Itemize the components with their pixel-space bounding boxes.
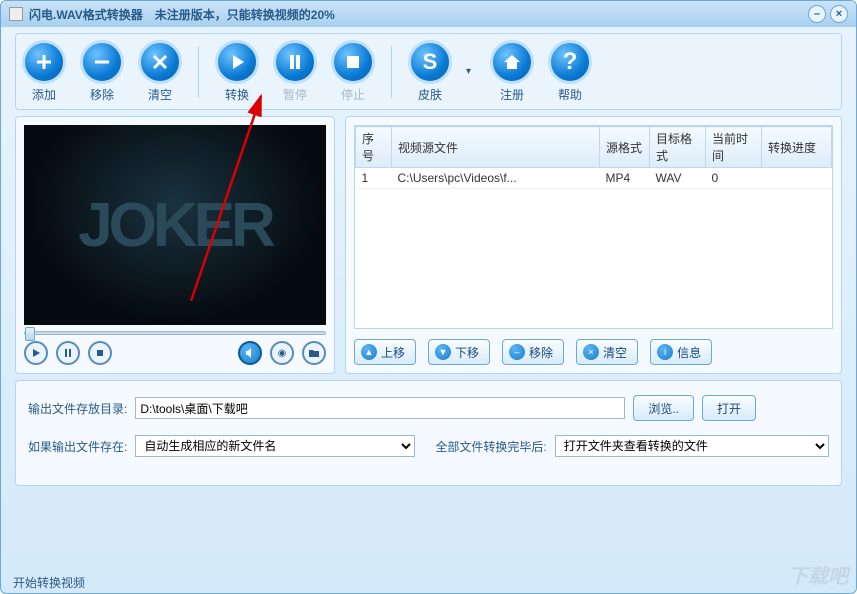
player-stop-button[interactable] [88, 341, 112, 365]
register-button[interactable]: 注册 [490, 40, 534, 103]
home-icon [502, 52, 522, 72]
remove-button[interactable]: 移除 [80, 40, 124, 103]
list-clear-button[interactable]: ×清空 [576, 339, 638, 365]
list-remove-button[interactable]: –移除 [502, 339, 564, 365]
plus-icon [34, 52, 54, 72]
browse-button[interactable]: 浏览.. [633, 395, 694, 421]
x-icon [150, 52, 170, 72]
exists-label: 如果输出文件存在: [28, 438, 127, 455]
skin-dropdown[interactable]: ▾ [466, 50, 476, 94]
stop-button[interactable]: 停止 [331, 40, 375, 103]
minus-icon [92, 52, 112, 72]
volume-button[interactable] [238, 341, 262, 365]
down-icon: ▼ [435, 344, 451, 360]
add-button[interactable]: 添加 [22, 40, 66, 103]
clear-button[interactable]: 清空 [138, 40, 182, 103]
output-dir-field[interactable] [135, 397, 625, 419]
col-time[interactable]: 当前时间 [706, 127, 762, 168]
file-table: 序号 视频源文件 源格式 目标格式 当前时间 转换进度 1 C:\Users\p… [355, 126, 832, 189]
help-button[interactable]: ? 帮助 [548, 40, 592, 103]
watermark: 下载吧 [788, 560, 848, 589]
s-icon: S [423, 49, 438, 75]
info-button[interactable]: i信息 [650, 339, 712, 365]
video-preview: JOKER [24, 125, 326, 325]
question-icon: ? [563, 48, 578, 76]
play-icon [227, 52, 247, 72]
minimize-button[interactable]: – [808, 5, 826, 23]
info-icon: i [657, 344, 673, 360]
move-down-button[interactable]: ▼下移 [428, 339, 490, 365]
player-pause-button[interactable] [56, 341, 80, 365]
move-up-button[interactable]: ▲上移 [354, 339, 416, 365]
preview-panel: JOKER ◉ [15, 116, 335, 374]
table-row[interactable]: 1 C:\Users\pc\Videos\f... MP4 WAV 0 [356, 168, 832, 189]
x-icon: × [583, 344, 599, 360]
pause-icon [285, 52, 305, 72]
output-settings: 输出文件存放目录: 浏览.. 打开 如果输出文件存在: 自动生成相应的新文件名 … [15, 380, 842, 486]
player-play-button[interactable] [24, 341, 48, 365]
close-button[interactable]: × [830, 5, 848, 23]
seek-slider[interactable] [24, 331, 326, 335]
exists-select[interactable]: 自动生成相应的新文件名 [135, 435, 415, 457]
pause-button[interactable]: 暂停 [273, 40, 317, 103]
col-tgtfmt[interactable]: 目标格式 [650, 127, 706, 168]
convert-button[interactable]: 转换 [215, 40, 259, 103]
skin-button[interactable]: S 皮肤 [408, 40, 452, 103]
file-list-panel: 序号 视频源文件 源格式 目标格式 当前时间 转换进度 1 C:\Users\p… [345, 116, 842, 374]
open-button[interactable]: 打开 [702, 395, 756, 421]
col-prog[interactable]: 转换进度 [762, 127, 832, 168]
up-icon: ▲ [361, 344, 377, 360]
minus-icon: – [509, 344, 525, 360]
status-bar: 开始转换视频 [13, 574, 85, 591]
main-toolbar: 添加 移除 清空 转换 暂停 停止 S 皮肤 ▾ 注 [15, 33, 842, 110]
after-label: 全部文件转换完毕后: [435, 438, 546, 455]
stop-icon [343, 52, 363, 72]
col-index[interactable]: 序号 [356, 127, 392, 168]
col-srcfmt[interactable]: 源格式 [600, 127, 650, 168]
folder-button[interactable] [302, 341, 326, 365]
app-icon [9, 7, 23, 21]
window-title: 闪电.WAV格式转换器 未注册版本，只能转换视频的20% [29, 6, 804, 23]
snapshot-button[interactable]: ◉ [270, 341, 294, 365]
col-source[interactable]: 视频源文件 [392, 127, 600, 168]
after-select[interactable]: 打开文件夹查看转换的文件 [555, 435, 829, 457]
output-dir-label: 输出文件存放目录: [28, 400, 127, 417]
